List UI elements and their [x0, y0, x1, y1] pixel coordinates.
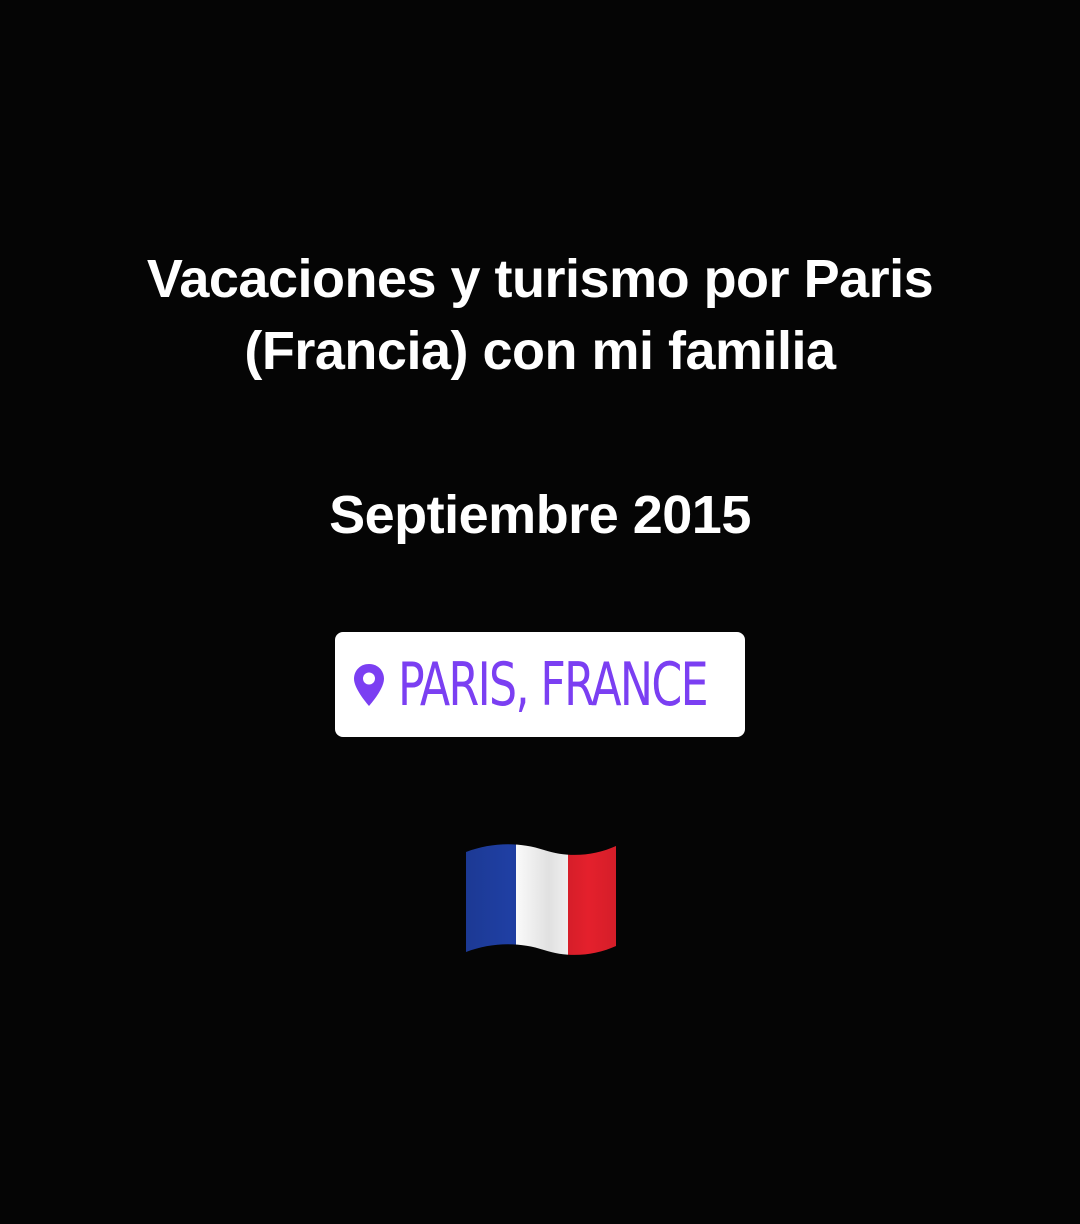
location-sticker[interactable]: PARIS, FRANCE	[335, 632, 745, 737]
location-label: PARIS, FRANCE	[398, 649, 709, 720]
date-text: Septiembre 2015	[329, 485, 751, 545]
caption-line-2: (Francia) con mi familia	[244, 321, 836, 381]
story-canvas: Vacaciones y turismo por Paris (Francia)…	[0, 0, 1080, 1224]
location-pin-icon	[354, 663, 384, 706]
france-flag-icon	[466, 844, 616, 955]
caption-line-1: Vacaciones y turismo por Paris	[146, 249, 934, 309]
